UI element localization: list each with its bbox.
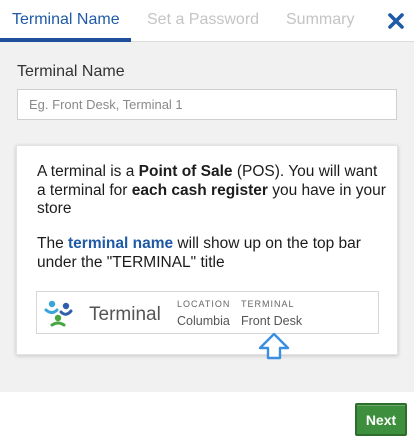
top-bar-preview: Terminal LOCATION Columbia TERMINAL Fron… [36, 291, 379, 334]
info-card: A terminal is a Point of Sale (POS). You… [16, 145, 398, 360]
preview-title: Terminal [89, 304, 161, 325]
terminal-name-label: Terminal Name [17, 63, 125, 80]
tab-set-a-password[interactable]: Set a Password [147, 11, 259, 29]
info-paragraph-pos: A terminal is a Point of Sale (POS). You… [37, 163, 386, 217]
terminal-column: TERMINAL Front Desk [241, 299, 302, 328]
terminal-label: TERMINAL [241, 299, 295, 309]
location-column: LOCATION Columbia [177, 299, 230, 328]
brand-logo-icon [44, 300, 73, 327]
tab-terminal-name[interactable]: Terminal Name [12, 11, 120, 29]
tab-summary[interactable]: Summary [286, 11, 354, 29]
info-paragraph-name: The terminal name will show up on the to… [37, 235, 361, 271]
location-label: LOCATION [177, 299, 231, 309]
terminal-name-input[interactable] [17, 89, 397, 120]
location-value: Columbia [177, 314, 230, 328]
wizard-body: Terminal Name A terminal is a Point of S… [0, 42, 414, 392]
next-button[interactable]: Next [355, 403, 407, 436]
up-arrow-icon [258, 332, 290, 360]
close-icon[interactable] [384, 9, 408, 33]
wizard-tabs: Terminal Name Set a Password Summary [0, 0, 414, 42]
terminal-value: Front Desk [241, 314, 303, 328]
wizard-footer: Next [0, 392, 414, 443]
